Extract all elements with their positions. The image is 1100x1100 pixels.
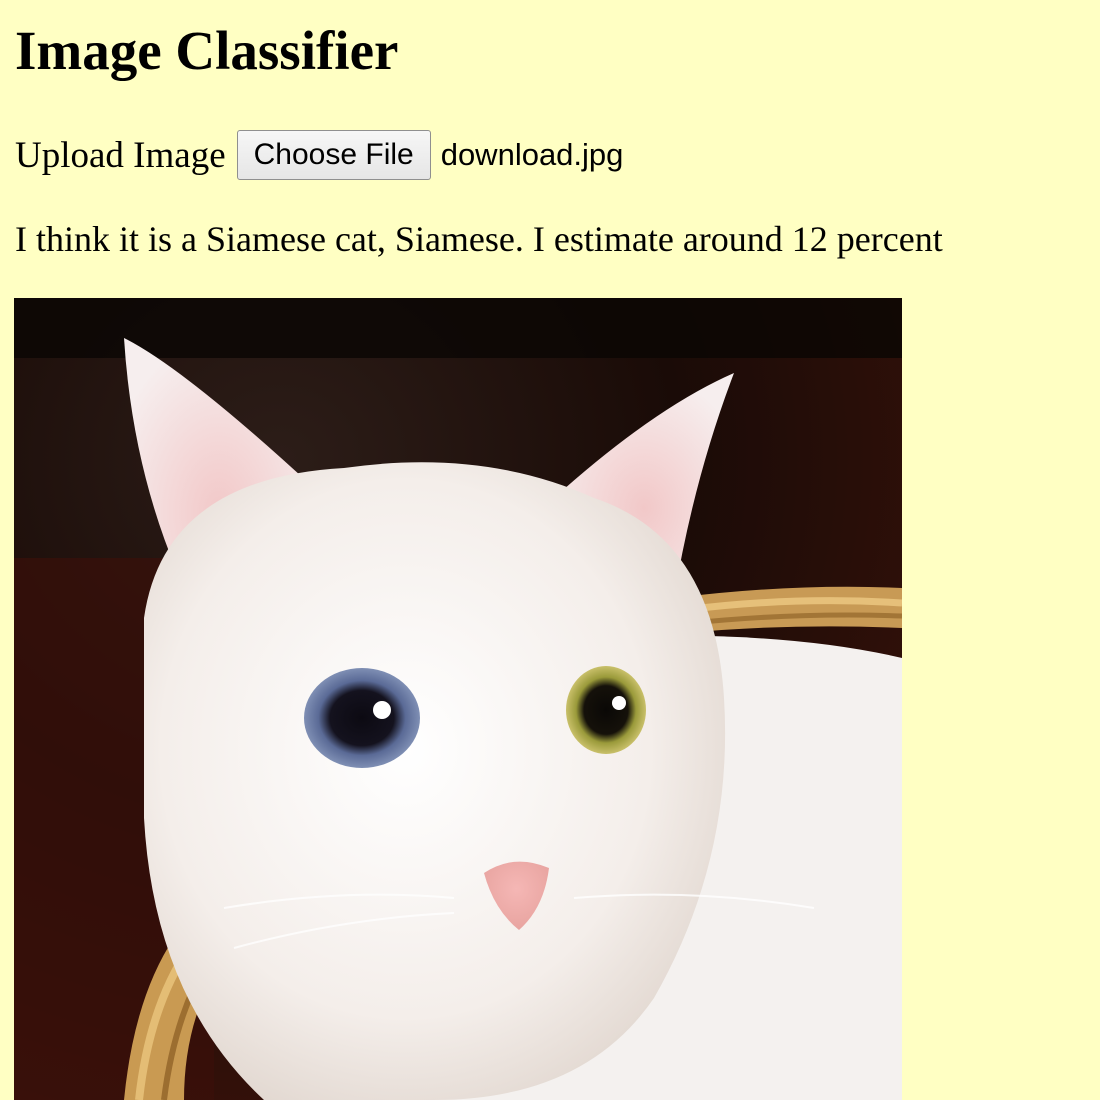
blue-eye — [304, 668, 420, 768]
uploaded-image-preview — [14, 298, 902, 1100]
selected-file-name: download.jpg — [440, 137, 624, 172]
cat-head — [144, 462, 726, 1100]
upload-row: Upload Image Choose File download.jpg — [15, 130, 623, 180]
page-title: Image Classifier — [15, 20, 399, 81]
choose-file-button[interactable]: Choose File — [236, 130, 431, 180]
classifier-page: Image Classifier Upload Image Choose Fil… — [0, 0, 1100, 1100]
classification-result: I think it is a Siamese cat, Siamese. I … — [15, 219, 943, 259]
cat-photo — [14, 298, 902, 1100]
yellow-eye — [566, 666, 646, 754]
upload-label: Upload Image — [15, 134, 226, 176]
